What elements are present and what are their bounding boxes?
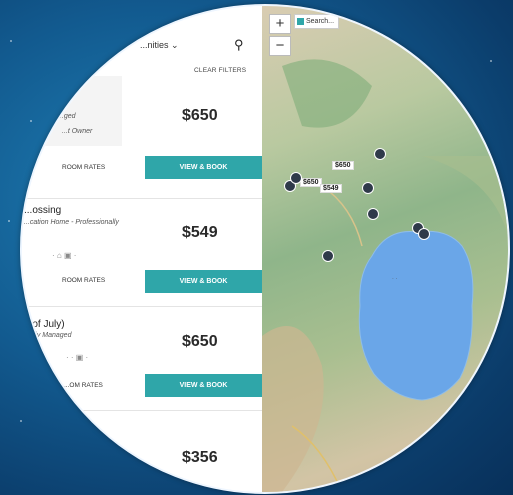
map-marker[interactable]	[290, 172, 302, 184]
listing-card: $356	[22, 411, 262, 492]
map-marker[interactable]	[374, 148, 386, 160]
map-marker[interactable]	[322, 250, 334, 262]
listing-price: $650	[182, 333, 218, 350]
listing-detail: ...t Owner	[62, 128, 93, 135]
map-marker[interactable]	[418, 228, 430, 240]
sort-select[interactable]: ...nities ⌄	[140, 40, 179, 51]
listing-subtitle: ...ally Managed	[24, 332, 72, 339]
map-marker[interactable]	[367, 208, 379, 220]
listing-title: ...ossing	[24, 205, 62, 216]
listing-title: ...of July)	[24, 319, 65, 330]
map-terrain	[262, 6, 508, 492]
listing-card: ...ged ...t Owner $650 ROOM RATES VIEW &…	[22, 76, 262, 196]
price-pin[interactable]: $549	[320, 184, 342, 193]
clear-filters-button[interactable]: CLEAR FILTERS	[194, 67, 246, 74]
room-rates-link[interactable]: ...OM RATES	[64, 382, 103, 389]
listing-price: $356	[182, 449, 218, 466]
amenity-icons: · ⌂ ▣ ·	[52, 251, 77, 260]
checkbox-icon	[297, 17, 304, 25]
lake	[358, 230, 474, 401]
background-speck	[8, 220, 10, 222]
map-town-label: · ·	[392, 276, 398, 282]
amenity-icons: · · ▣ ·	[66, 353, 89, 362]
listing-price: $549	[182, 224, 218, 241]
view-and-book-button[interactable]: VIEW & BOOK	[145, 156, 262, 179]
view-and-book-button[interactable]: VIEW & BOOK	[145, 374, 262, 397]
room-rates-link[interactable]: ROOM RATES	[62, 164, 105, 171]
search-icon[interactable]: ⚲	[234, 37, 244, 53]
listing-price: $650	[182, 107, 218, 124]
listing-card: ...of July) ...ally Managed · · ▣ · $650…	[22, 307, 262, 412]
search-as-map-moves-toggle[interactable]: Search...	[294, 14, 340, 29]
listing-photo	[22, 76, 122, 146]
room-rates-link[interactable]: ROOM RATES	[62, 277, 105, 284]
listing-panel: ...nities ⌄ ⚲ CLEAR FILTERS ...ged ...t …	[22, 6, 262, 492]
background-speck	[10, 40, 12, 42]
listing-detail: ...ged	[58, 113, 76, 120]
price-pin[interactable]: $650	[332, 161, 354, 170]
view-and-book-button[interactable]: VIEW & BOOK	[145, 270, 262, 293]
zoom-out-button[interactable]: −	[269, 36, 291, 56]
chevron-down-icon: ⌄	[171, 40, 179, 50]
price-pin[interactable]: $650	[300, 178, 322, 187]
screenshot-circle-frame: ...nities ⌄ ⚲ CLEAR FILTERS ...ged ...t …	[20, 4, 510, 494]
map-marker[interactable]	[362, 182, 374, 194]
listing-card: ...ossing ...cation Home - Professionall…	[22, 199, 262, 309]
listing-subtitle: ...cation Home - Professionally	[24, 219, 119, 226]
zoom-in-button[interactable]: +	[269, 14, 291, 34]
map-panel[interactable]: + − Search... $650 $650 $549 · ·	[262, 6, 508, 492]
